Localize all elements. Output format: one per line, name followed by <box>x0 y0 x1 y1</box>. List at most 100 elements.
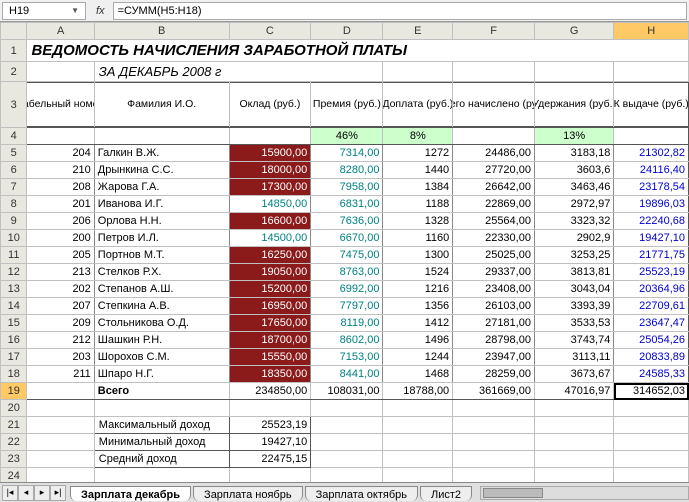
cell-deduct[interactable]: 3463,46 <box>534 179 613 196</box>
cell-payout[interactable]: 20833,89 <box>614 349 689 366</box>
cell-salary[interactable]: 19050,00 <box>229 264 311 281</box>
cell[interactable] <box>453 417 535 434</box>
cell-addpay[interactable]: 1440 <box>383 162 453 179</box>
cell-bonus[interactable]: 8441,00 <box>311 366 383 383</box>
cell[interactable] <box>27 62 94 82</box>
cell-deduct[interactable]: 3323,32 <box>534 213 613 230</box>
cell-salary[interactable]: 15550,00 <box>229 349 311 366</box>
row-header[interactable]: 18 <box>1 366 27 383</box>
hdr-payout[interactable]: К выдаче (руб.) <box>614 82 689 128</box>
cell-total[interactable]: 26642,00 <box>453 179 535 196</box>
cell-payout[interactable]: 22240,68 <box>614 213 689 230</box>
cell-salary[interactable]: 15900,00 <box>229 145 311 162</box>
cell-salary[interactable]: 16250,00 <box>229 247 311 264</box>
horizontal-scrollbar[interactable] <box>480 486 689 500</box>
cell-addpay[interactable]: 1412 <box>383 315 453 332</box>
pct-addpay[interactable]: 8% <box>383 128 453 145</box>
row-header[interactable]: 22 <box>1 434 27 451</box>
sheet-tab-sheet2[interactable]: Лист2 <box>420 486 472 501</box>
cell-tabno[interactable]: 211 <box>27 366 94 383</box>
cell-deduct[interactable]: 3393,39 <box>534 298 613 315</box>
totals-total[interactable]: 361669,00 <box>453 383 535 400</box>
cell-deduct[interactable]: 3043,04 <box>534 281 613 298</box>
cell-bonus[interactable]: 6992,00 <box>311 281 383 298</box>
cell-bonus[interactable]: 7314,00 <box>311 145 383 162</box>
cell-bonus[interactable]: 7958,00 <box>311 179 383 196</box>
cell-bonus[interactable]: 7153,00 <box>311 349 383 366</box>
row-header[interactable]: 10 <box>1 230 27 247</box>
cell-deduct[interactable]: 3673,67 <box>534 366 613 383</box>
cell-name[interactable]: Степкина А.В. <box>94 298 229 315</box>
cell-bonus[interactable]: 7636,00 <box>311 213 383 230</box>
cell-payout[interactable]: 19427,10 <box>614 230 689 247</box>
row-header[interactable]: 13 <box>1 281 27 298</box>
cell-salary[interactable]: 14500,00 <box>229 230 311 247</box>
cell-total[interactable]: 22330,00 <box>453 230 535 247</box>
hdr-name[interactable]: Фамилия И.О. <box>94 82 229 128</box>
cell-addpay[interactable]: 1496 <box>383 332 453 349</box>
row-header[interactable]: 23 <box>1 451 27 468</box>
cell[interactable] <box>311 451 383 468</box>
col-header[interactable]: E <box>383 23 453 40</box>
hdr-addpay[interactable]: Доплата (руб.) <box>383 82 453 128</box>
cell-salary[interactable]: 18000,00 <box>229 162 311 179</box>
hdr-bonus[interactable]: Премия (руб.) <box>311 82 383 128</box>
cell-total[interactable]: 26103,00 <box>453 298 535 315</box>
cell-name[interactable]: Галкин В.Ж. <box>94 145 229 162</box>
row-header[interactable]: 17 <box>1 349 27 366</box>
cell-deduct[interactable]: 3113,11 <box>534 349 613 366</box>
cell-payout[interactable]: 21302,82 <box>614 145 689 162</box>
col-header[interactable]: G <box>534 23 613 40</box>
col-header[interactable]: B <box>94 23 229 40</box>
cell-name[interactable]: Шпаро Н.Г. <box>94 366 229 383</box>
cell-tabno[interactable]: 212 <box>27 332 94 349</box>
row-header[interactable]: 16 <box>1 332 27 349</box>
hdr-deduct[interactable]: Удержания (руб.) <box>534 82 613 128</box>
sheet-tab-december[interactable]: Зарплата декабрь <box>70 486 191 501</box>
cell[interactable] <box>229 128 311 145</box>
cell-total[interactable]: 23408,00 <box>453 281 535 298</box>
stat-avg-label[interactable]: Средний доход <box>94 451 229 468</box>
cell[interactable] <box>27 417 94 434</box>
cell-addpay[interactable]: 1384 <box>383 179 453 196</box>
cell-bonus[interactable]: 8602,00 <box>311 332 383 349</box>
cell-payout[interactable]: 22709,61 <box>614 298 689 315</box>
cell-bonus[interactable]: 6670,00 <box>311 230 383 247</box>
stat-min-label[interactable]: Минимальный доход <box>94 434 229 451</box>
cell[interactable] <box>534 400 613 417</box>
cell-bonus[interactable]: 6831,00 <box>311 196 383 213</box>
dropdown-icon[interactable]: ▼ <box>71 6 79 15</box>
cell-addpay[interactable]: 1272 <box>383 145 453 162</box>
cell-tabno[interactable]: 201 <box>27 196 94 213</box>
cell[interactable] <box>27 451 94 468</box>
cell-payout[interactable]: 21771,75 <box>614 247 689 264</box>
cell-total[interactable]: 27720,00 <box>453 162 535 179</box>
cell-bonus[interactable]: 8280,00 <box>311 162 383 179</box>
cell-salary[interactable]: 16950,00 <box>229 298 311 315</box>
cell-tabno[interactable]: 205 <box>27 247 94 264</box>
cell-deduct[interactable]: 3253,25 <box>534 247 613 264</box>
cell-tabno[interactable]: 204 <box>27 145 94 162</box>
row-header[interactable]: 19 <box>1 383 27 400</box>
pct-deduct[interactable]: 13% <box>534 128 613 145</box>
cell[interactable] <box>614 434 689 451</box>
cell-salary[interactable]: 14850,00 <box>229 196 311 213</box>
cell-salary[interactable]: 16600,00 <box>229 213 311 230</box>
cell[interactable] <box>311 434 383 451</box>
cell-bonus[interactable]: 7475,00 <box>311 247 383 264</box>
cell-name[interactable]: Степанов А.Ш. <box>94 281 229 298</box>
row-header[interactable]: 15 <box>1 315 27 332</box>
cell-deduct[interactable]: 2972,97 <box>534 196 613 213</box>
row-header[interactable]: 11 <box>1 247 27 264</box>
col-header[interactable]: F <box>453 23 535 40</box>
cell[interactable] <box>614 400 689 417</box>
cell[interactable] <box>534 417 613 434</box>
cell-addpay[interactable]: 1244 <box>383 349 453 366</box>
totals-salary[interactable]: 234850,00 <box>229 383 311 400</box>
cell[interactable] <box>383 62 453 82</box>
formula-input[interactable]: =СУММ(H5:H18) <box>113 2 687 20</box>
cell-addpay[interactable]: 1300 <box>383 247 453 264</box>
cell-tabno[interactable]: 213 <box>27 264 94 281</box>
cell-name[interactable]: Орлова Н.Н. <box>94 213 229 230</box>
cell-tabno[interactable]: 208 <box>27 179 94 196</box>
